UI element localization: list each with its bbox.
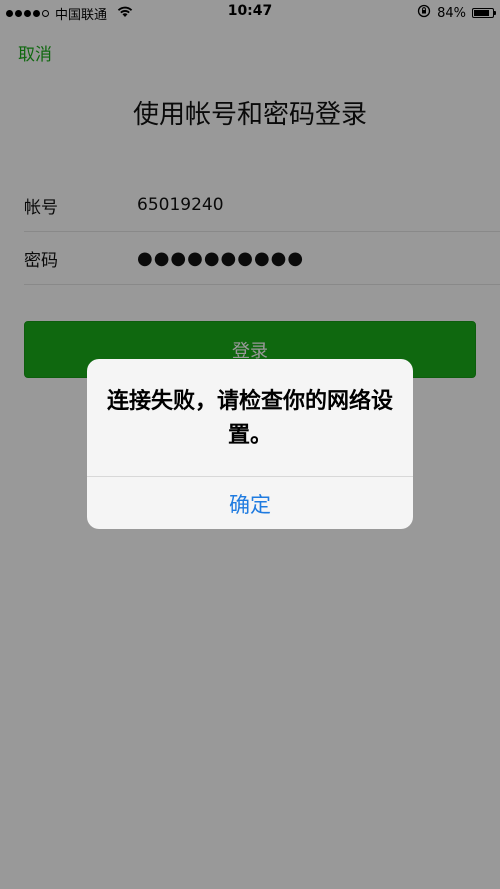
alert-message: 连接失败，请检查你的网络设置。 <box>106 389 393 448</box>
login-screen: 中国联通 10:47 84% 取消 使用帐号和密码登录 帐号 65019240 … <box>0 0 500 889</box>
alert-dialog: 连接失败，请检查你的网络设置。 确定 <box>87 359 413 529</box>
confirm-button[interactable]: 确定 <box>87 476 413 529</box>
